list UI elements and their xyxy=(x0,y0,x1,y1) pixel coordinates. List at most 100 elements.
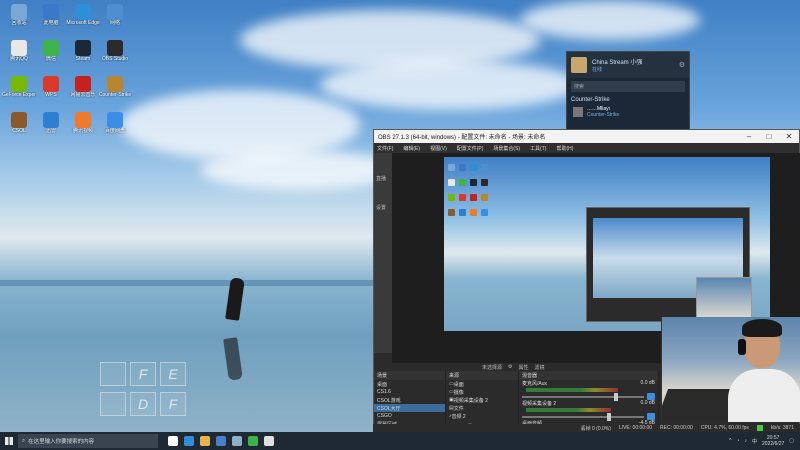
app-icon xyxy=(43,76,59,92)
volume-icon[interactable]: ♪ xyxy=(745,438,748,444)
gear-icon[interactable]: ⚙ xyxy=(679,61,685,69)
side-label-settings[interactable]: 设置 xyxy=(374,182,392,211)
desktop-icon[interactable]: 网络 xyxy=(98,2,132,36)
start-button[interactable] xyxy=(0,432,18,450)
desktop-icon[interactable]: 迅雷 xyxy=(34,110,68,144)
taskbar-search[interactable]: ⌕ 在这里输入你要搜索的内容 xyxy=(18,434,158,448)
scene-item[interactable]: 桌面 xyxy=(374,380,445,388)
avatar[interactable] xyxy=(571,57,587,73)
dropped-frames: 丢帧 0 (0.0%) xyxy=(580,425,611,432)
desktop-icon[interactable]: Microsoft Edge xyxy=(66,2,100,36)
wechat-icon[interactable] xyxy=(248,436,258,446)
no-source-selected: 未选择源 xyxy=(482,364,503,371)
tile[interactable]: F xyxy=(160,392,186,416)
menu-view[interactable]: 视图(V) xyxy=(430,145,447,152)
source-item[interactable]: ▣ 视频采集设备 2 xyxy=(446,396,518,404)
tile[interactable] xyxy=(100,392,126,416)
tile[interactable]: F xyxy=(130,362,156,386)
gear-icon[interactable]: ⚙ xyxy=(508,364,512,370)
preview-icon xyxy=(481,194,488,201)
volume-knob[interactable] xyxy=(613,392,618,401)
source-label: 桌面 xyxy=(453,381,464,388)
source-label: 音频 2 xyxy=(451,413,466,420)
source-item[interactable]: ♪ 音频 2 xyxy=(446,412,518,420)
side-label-live[interactable]: 直播 xyxy=(374,153,392,182)
desktop-icon[interactable]: 腾讯QQ xyxy=(2,38,36,72)
desktop-icon-label: Counter-Strike xyxy=(98,92,132,98)
app-icon xyxy=(43,40,59,56)
minimize-icon[interactable]: – xyxy=(739,132,759,141)
edge-icon[interactable] xyxy=(184,436,194,446)
desktop-icon[interactable]: 腾讯视频 xyxy=(66,110,100,144)
desktop-icon[interactable]: CSOL xyxy=(2,110,36,144)
taskbar: ⌕ 在这里输入你要搜索的内容 ^ ◔ ♪ 中 20:57 2022/6/27 ▢ xyxy=(0,432,800,450)
desktop-icon[interactable]: WPS xyxy=(34,74,68,108)
volume-knob[interactable] xyxy=(607,412,612,421)
desktop-icon-label: 网络 xyxy=(109,20,120,26)
clock-date: 2022/6/27 xyxy=(762,441,785,447)
scene-item-selected[interactable]: CSOL大厅 xyxy=(374,404,445,412)
desktop-icon[interactable]: 微信 xyxy=(34,38,68,72)
obs-titlebar[interactable]: OBS 27.1.3 (64-bit, windows) - 配置文件: 未命名… xyxy=(374,130,799,143)
menu-file[interactable]: 文件(F) xyxy=(377,145,393,152)
notification-icon[interactable]: ▢ xyxy=(789,438,794,444)
properties-button[interactable]: 属性 xyxy=(519,364,529,371)
tile[interactable]: E xyxy=(160,362,186,386)
obs-icon[interactable] xyxy=(264,436,274,446)
tile[interactable]: D xyxy=(130,392,156,416)
scene-item[interactable]: CS1.6 xyxy=(374,388,445,396)
menu-profile[interactable]: 配置文件(P) xyxy=(457,145,484,152)
app-icon xyxy=(11,4,27,20)
preview-icon xyxy=(459,179,466,186)
cpu-fps: CPU: 4.7%, 60.00 fps xyxy=(700,425,749,431)
store-icon[interactable] xyxy=(216,436,226,446)
speaker-icon[interactable] xyxy=(647,413,655,420)
desktop-icon[interactable]: 百度网盘 xyxy=(98,110,132,144)
clock[interactable]: 20:57 2022/6/27 xyxy=(762,435,784,447)
maximize-icon[interactable]: □ xyxy=(759,132,779,141)
close-icon[interactable]: ✕ xyxy=(779,132,799,141)
source-item[interactable]: ▭ 摄像 xyxy=(446,388,518,396)
desktop-icon-label: CSOL xyxy=(12,128,26,134)
source-item[interactable]: ▭ 桌面 xyxy=(446,380,518,388)
scene-item[interactable]: CSOL游戏 xyxy=(374,396,445,404)
desktop-icon[interactable]: Counter-Strike xyxy=(98,74,132,108)
steam-search-input[interactable]: 搜索 xyxy=(571,81,685,92)
steam-profile-header[interactable]: China Stream 小强 在线 ⚙ xyxy=(567,52,689,78)
task-view-icon[interactable] xyxy=(168,436,178,446)
menu-tools[interactable]: 工具(T) xyxy=(530,145,546,152)
explorer-icon[interactable] xyxy=(200,436,210,446)
steam-game-section[interactable]: Counter-Strike xyxy=(567,95,689,105)
volume-slider[interactable] xyxy=(522,412,644,421)
app-icon xyxy=(107,4,123,20)
volume-meter xyxy=(526,408,612,412)
source-item[interactable]: ▤ 文件 xyxy=(446,404,518,412)
desktop-icon[interactable]: Steam xyxy=(66,38,100,72)
desktop-icon-label: 腾讯视频 xyxy=(72,128,93,134)
network-icon[interactable]: ◔ xyxy=(736,438,739,444)
source-label: 文件 xyxy=(453,405,464,412)
mixer-dock-title: 混音器 xyxy=(519,371,658,380)
desktop-icon[interactable]: 回收站 xyxy=(2,2,36,36)
menu-scene-collection[interactable]: 场景集合(S) xyxy=(493,145,520,152)
chevron-up-icon[interactable]: ^ xyxy=(729,438,731,444)
desktop-icon[interactable]: GeForce Experience xyxy=(2,74,36,108)
preview-icon xyxy=(481,179,488,186)
tile[interactable] xyxy=(100,362,126,386)
volume-slider[interactable] xyxy=(522,392,644,401)
ime-indicator[interactable]: 中 xyxy=(752,438,757,445)
scene-item[interactable]: CSGO xyxy=(374,412,445,420)
cloud xyxy=(120,90,360,160)
desktop-icon[interactable]: OBS Studio xyxy=(98,38,132,72)
desktop-icon[interactable]: 此电脑 xyxy=(34,2,68,36)
steam-friends-popup[interactable]: China Stream 小强 在线 ⚙ 搜索 Counter-Strike …… xyxy=(566,51,690,131)
steam-friend-item[interactable]: ……Mllayi Counter-Strike xyxy=(567,105,689,119)
speaker-icon[interactable] xyxy=(647,393,655,400)
filters-button[interactable]: 滤镜 xyxy=(535,364,545,371)
channel-name: 麦克风/Aux xyxy=(522,381,548,387)
steam-status: 在线 xyxy=(592,67,603,73)
menu-edit[interactable]: 编辑(E) xyxy=(403,145,420,152)
steam-icon[interactable] xyxy=(232,436,242,446)
desktop-icon[interactable]: 网易云音乐 xyxy=(66,74,100,108)
menu-help[interactable]: 帮助(H) xyxy=(556,145,573,152)
